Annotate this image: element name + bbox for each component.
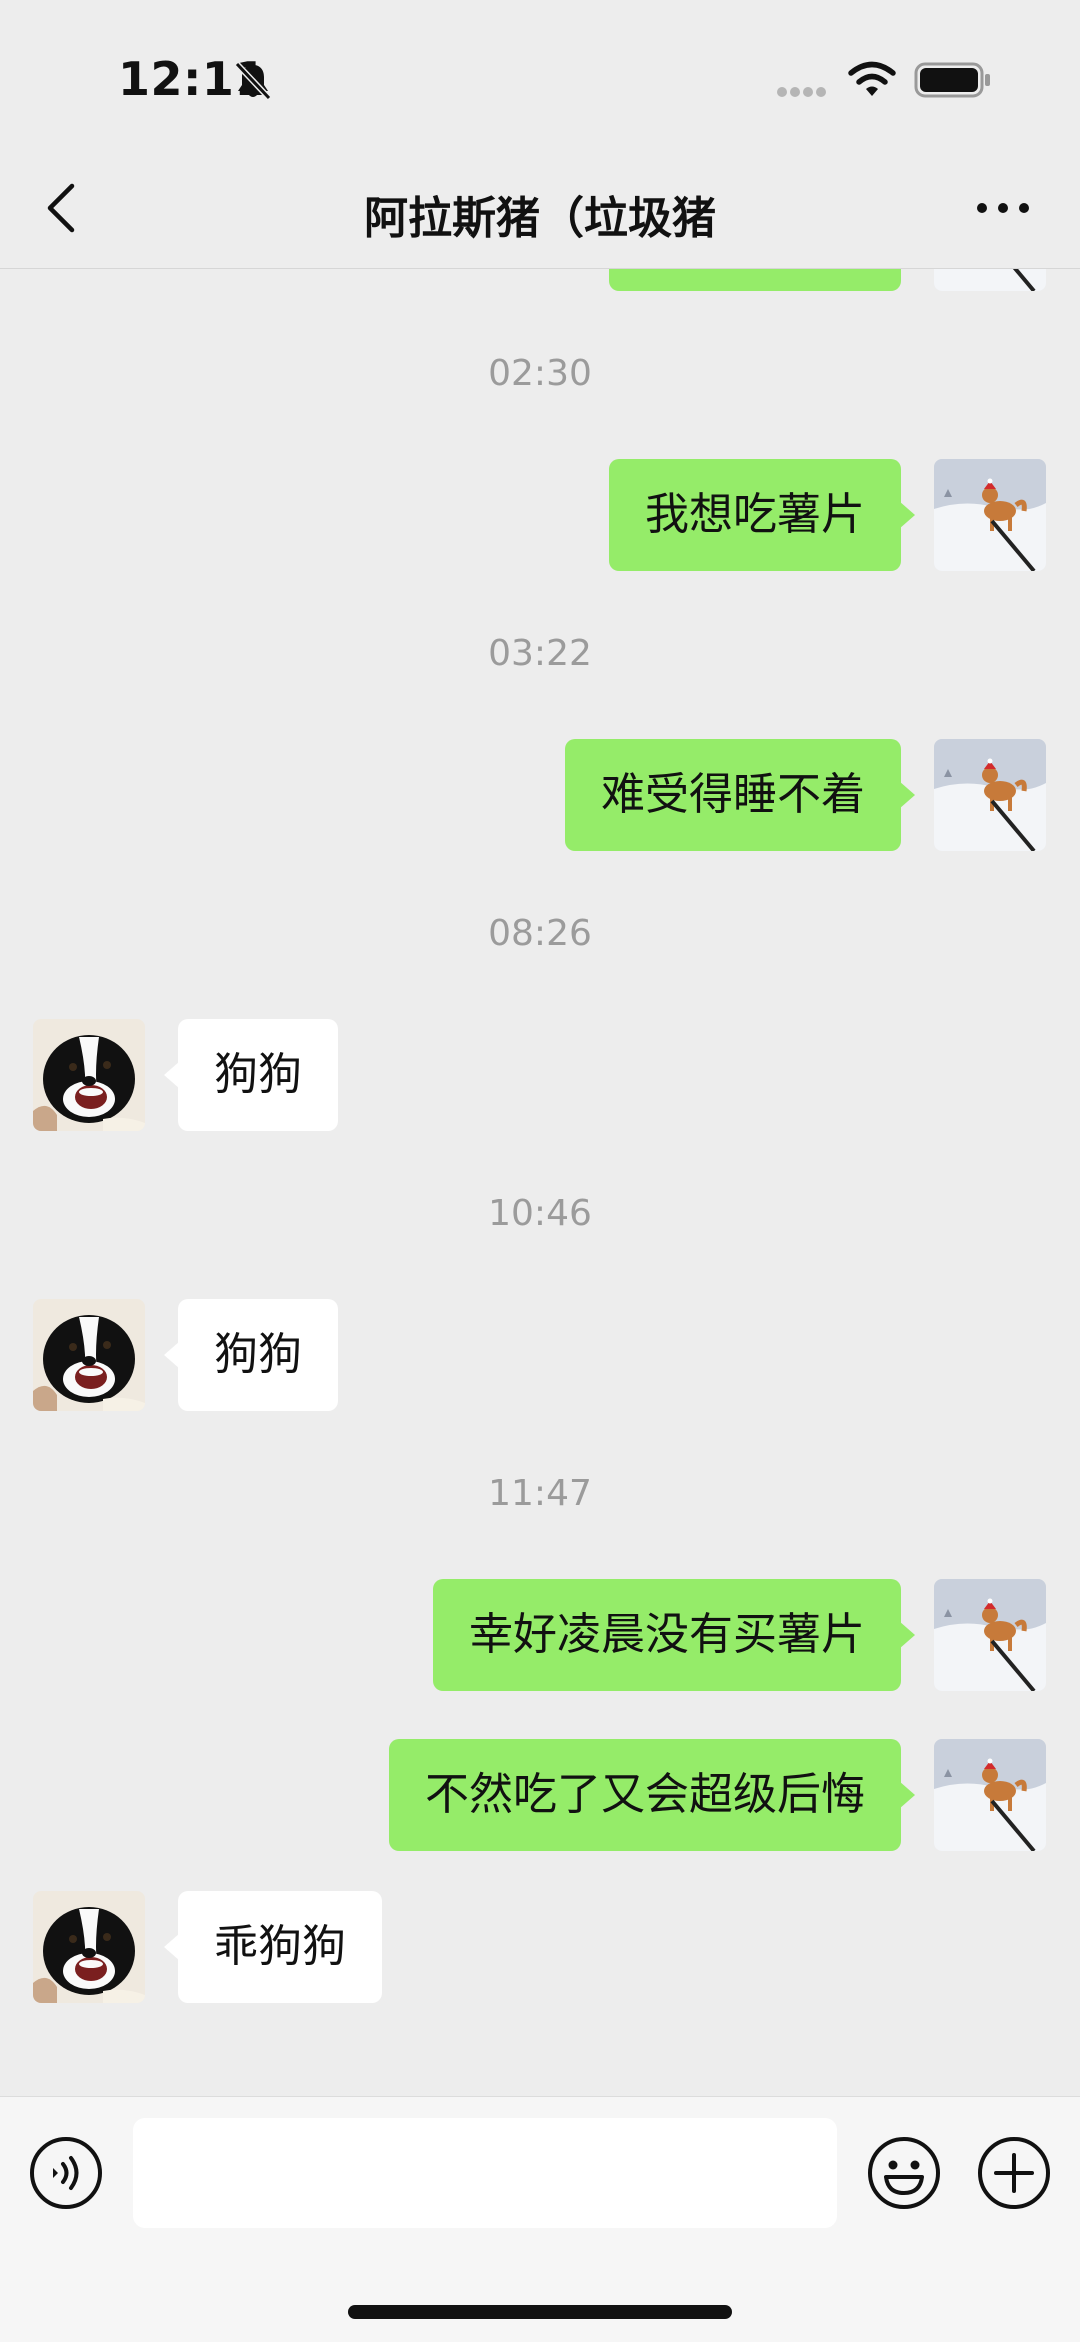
signal-icon [777, 87, 826, 97]
sent-message-row: 不然吃了又会超级后悔 [0, 1739, 1080, 1851]
voice-icon[interactable] [28, 2135, 104, 2211]
message-list[interactable]: 我想吃薯片 02:30 我想吃薯片 03:22 难受得睡不着 08:26 狗狗 10:46 狗狗… [0, 269, 1080, 2096]
message-timestamp: 08:26 [488, 913, 592, 954]
nav-bar: 阿拉斯猪（垃圾猪 [0, 150, 1080, 269]
plus-icon[interactable] [976, 2135, 1052, 2211]
my-avatar[interactable] [934, 1579, 1046, 1691]
sent-message-bubble[interactable]: 我想吃薯片 [609, 459, 915, 571]
wifi-icon [848, 61, 896, 96]
received-message-bubble[interactable]: 狗狗 [164, 1019, 338, 1131]
sent-message-row: 我想吃薯片 [0, 269, 1080, 291]
received-message-row: 狗狗 [0, 1019, 1080, 1131]
sent-message-bubble[interactable]: 幸好凌晨没有买薯片 [433, 1579, 915, 1691]
contact-avatar[interactable] [33, 1891, 145, 2003]
chat-screen: 12:11 阿拉斯猪（垃圾猪 02:30 我想吃薯片 03:22 难受得睡不着 … [0, 0, 1080, 2342]
battery-icon [914, 62, 990, 98]
sent-message-row: 我想吃薯片 [0, 459, 1080, 571]
input-bar [0, 2096, 1080, 2342]
sent-message-bubble[interactable]: 我想吃薯片 [609, 269, 901, 291]
message-timestamp: 11:47 [488, 1473, 592, 1514]
my-avatar[interactable] [934, 1739, 1046, 1851]
my-avatar[interactable] [934, 459, 1046, 571]
mute-bell-icon [234, 61, 272, 101]
my-avatar[interactable] [934, 739, 1046, 851]
received-message-bubble[interactable]: 乖狗狗 [164, 1891, 382, 2003]
message-input[interactable] [133, 2118, 837, 2228]
received-message-row: 狗狗 [0, 1299, 1080, 1411]
status-bar: 12:11 [0, 0, 1080, 150]
contact-avatar[interactable] [33, 1299, 145, 1411]
home-indicator[interactable] [348, 2305, 732, 2319]
received-message-row: 乖狗狗 [0, 1891, 1080, 2003]
contact-avatar[interactable] [33, 1019, 145, 1131]
message-timestamp: 10:46 [488, 1193, 592, 1234]
my-avatar[interactable] [934, 269, 1046, 291]
sent-message-row: 难受得睡不着 [0, 739, 1080, 851]
emoji-icon[interactable] [866, 2135, 942, 2211]
received-message-bubble[interactable]: 狗狗 [164, 1299, 338, 1411]
message-timestamp: 02:30 [488, 353, 592, 394]
message-timestamp: 03:22 [488, 633, 592, 674]
sent-message-bubble[interactable]: 难受得睡不着 [565, 739, 915, 851]
chat-title: 阿拉斯猪（垃圾猪 [364, 193, 716, 244]
sent-message-bubble[interactable]: 不然吃了又会超级后悔 [389, 1739, 915, 1851]
more-dots-icon[interactable] [974, 198, 1032, 218]
sent-message-row: 幸好凌晨没有买薯片 [0, 1579, 1080, 1691]
